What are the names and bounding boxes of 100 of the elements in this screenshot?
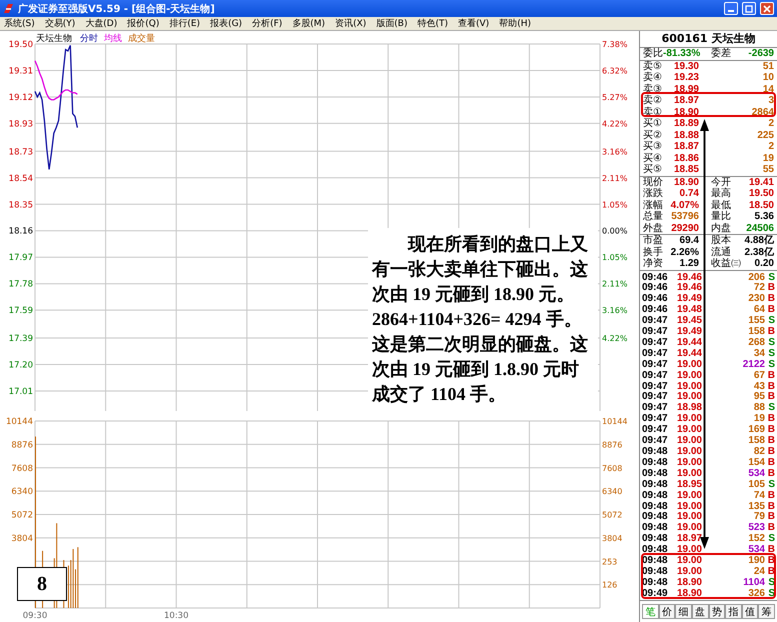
trade-side: S xyxy=(767,403,775,414)
order-price: 19.23 xyxy=(672,72,699,84)
field-label: 总量 xyxy=(643,211,663,222)
field-value: 5.36 xyxy=(754,211,774,222)
trade-time: 09:48 xyxy=(642,556,669,567)
trade-side: B xyxy=(766,490,775,502)
trade-volume: 230 xyxy=(747,294,765,305)
order-price: 18.87 xyxy=(672,141,699,152)
trade-time: 09:47 xyxy=(642,414,669,425)
maximize-button[interactable] xyxy=(742,2,756,15)
trade-side: B xyxy=(766,392,775,403)
field-label: 流通 xyxy=(711,246,732,258)
order-price: 18.85 xyxy=(672,164,699,176)
trade-time: 09:47 xyxy=(642,316,669,327)
menu-item[interactable]: 版面(B) xyxy=(376,17,408,30)
menu-item[interactable]: 多股(M) xyxy=(292,17,326,30)
app-logo-icon xyxy=(3,3,14,14)
panel-tab[interactable]: 细 xyxy=(675,604,692,619)
trade-side: B xyxy=(766,566,775,578)
menu-item[interactable]: 资讯(X) xyxy=(335,17,366,30)
axis-label: 3804 xyxy=(602,534,622,543)
order-price: 18.89 xyxy=(672,118,699,130)
trade-volume: 326 xyxy=(747,588,765,600)
trade-time: 09:48 xyxy=(642,458,669,469)
menu-item[interactable]: 排行(E) xyxy=(169,17,200,30)
order-volume: 225 xyxy=(756,130,774,141)
menu-item[interactable]: 系统(S) xyxy=(4,17,35,30)
field-label: 现价 xyxy=(643,176,663,188)
axis-label: 17.97 xyxy=(8,253,33,264)
close-button[interactable] xyxy=(760,2,774,15)
trade-time: 09:47 xyxy=(642,370,669,382)
order-level: 买⑤ xyxy=(643,164,663,176)
field-value: 0.20 xyxy=(754,258,774,270)
field-value: 4.88亿 xyxy=(744,235,774,246)
order-price: 18.88 xyxy=(672,130,699,141)
trade-side: B xyxy=(766,502,775,512)
trade-volume: 67 xyxy=(752,370,765,382)
trade-price: 18.95 xyxy=(676,480,702,491)
field-value: 18.90 xyxy=(672,176,699,188)
field-value: 4.07% xyxy=(670,200,699,211)
panel-tab[interactable]: 指 xyxy=(725,604,742,619)
trade-price: 19.49 xyxy=(676,294,702,305)
trade-volume: 105 xyxy=(747,480,765,491)
axis-label: 8876 xyxy=(11,440,33,450)
panel-tab[interactable]: 筹 xyxy=(758,604,775,619)
trade-volume: 534 xyxy=(747,545,765,556)
field-value: 69.4 xyxy=(678,235,699,246)
trade-volume: 34 xyxy=(752,348,765,360)
trade-price: 19.00 xyxy=(676,502,702,512)
menu-item[interactable]: 帮助(H) xyxy=(499,17,531,30)
legend-label: 均线 xyxy=(104,34,122,44)
trade-time: 09:48 xyxy=(642,447,669,458)
panel-tab[interactable]: 笔 xyxy=(642,604,659,619)
axis-label: 4.22% xyxy=(602,334,628,344)
average-line xyxy=(34,60,78,100)
field-label: 最高 xyxy=(711,188,731,200)
trade-time: 09:48 xyxy=(642,523,669,534)
trade-volume: 43 xyxy=(752,382,765,392)
trade-time: 09:48 xyxy=(642,566,669,578)
trade-side: B xyxy=(766,447,775,458)
trade-price: 19.00 xyxy=(676,458,702,469)
axis-label: 126 xyxy=(602,580,618,590)
time-label: 09:30 xyxy=(22,611,48,621)
axis-label: 5072 xyxy=(11,510,33,520)
menu-item[interactable]: 报表(G) xyxy=(210,17,242,30)
menu-item[interactable]: 查看(V) xyxy=(458,17,490,30)
menu-item[interactable]: 报价(Q) xyxy=(127,17,160,30)
trade-volume: 82 xyxy=(752,447,765,458)
axis-label: 17.59 xyxy=(8,306,33,316)
trade-price: 19.00 xyxy=(676,523,702,534)
trade-price: 19.00 xyxy=(676,382,702,392)
order-volume: 51 xyxy=(762,60,774,72)
field-value: 1.29 xyxy=(678,258,699,270)
axis-label: 17.39 xyxy=(8,334,33,344)
axis-label: 7.38% xyxy=(602,40,628,49)
order-price: 18.97 xyxy=(672,95,699,106)
trade-price: 19.45 xyxy=(676,316,702,327)
menu-item[interactable]: 交易(Y) xyxy=(44,17,76,30)
trade-volume: 74 xyxy=(752,490,765,502)
menu-item[interactable]: 特色(T) xyxy=(417,17,448,30)
panel-tab[interactable]: 盘 xyxy=(692,604,708,619)
legend-label: 分时 xyxy=(80,34,98,44)
trade-time: 09:46 xyxy=(642,294,669,305)
minimize-button[interactable] xyxy=(724,2,738,15)
trade-volume: 206 xyxy=(747,272,765,283)
trade-time: 09:47 xyxy=(642,436,669,447)
panel-tab[interactable]: 势 xyxy=(708,604,726,619)
trade-side: S xyxy=(767,272,775,283)
panel-tab[interactable]: 值 xyxy=(742,604,758,619)
field-value: 19.41 xyxy=(748,176,774,188)
trade-volume: 152 xyxy=(747,534,765,545)
trade-time: 09:46 xyxy=(642,272,669,283)
trade-side: B xyxy=(766,382,775,392)
menu-item[interactable]: 分析(F) xyxy=(252,17,282,30)
panel-tab[interactable]: 价 xyxy=(658,604,676,619)
trade-price: 19.00 xyxy=(676,370,702,382)
menu-item[interactable]: 大盘(D) xyxy=(85,17,118,30)
trade-side: B xyxy=(766,327,775,338)
trade-side: S xyxy=(767,534,775,545)
trade-volume: 158 xyxy=(747,436,765,447)
